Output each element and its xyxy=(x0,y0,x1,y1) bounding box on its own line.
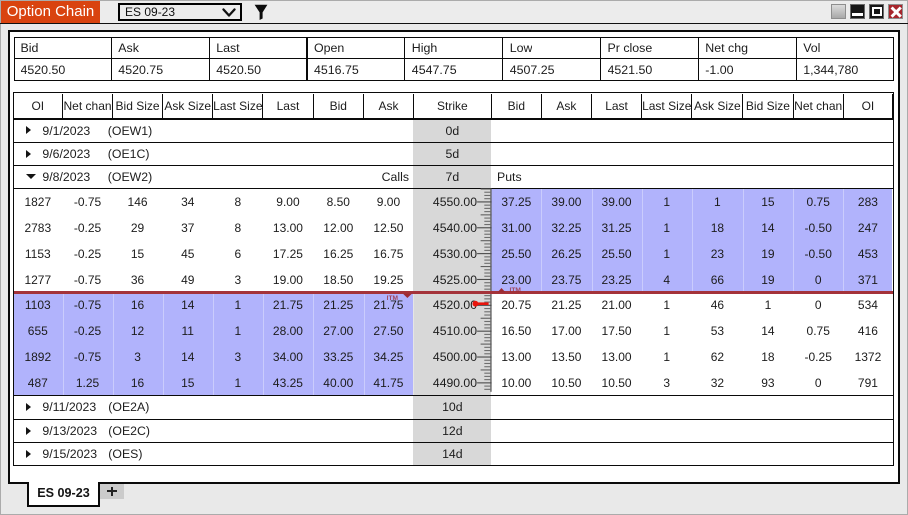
svg-text:ITM: ITM xyxy=(387,295,399,302)
svg-text:ITM: ITM xyxy=(510,287,522,294)
